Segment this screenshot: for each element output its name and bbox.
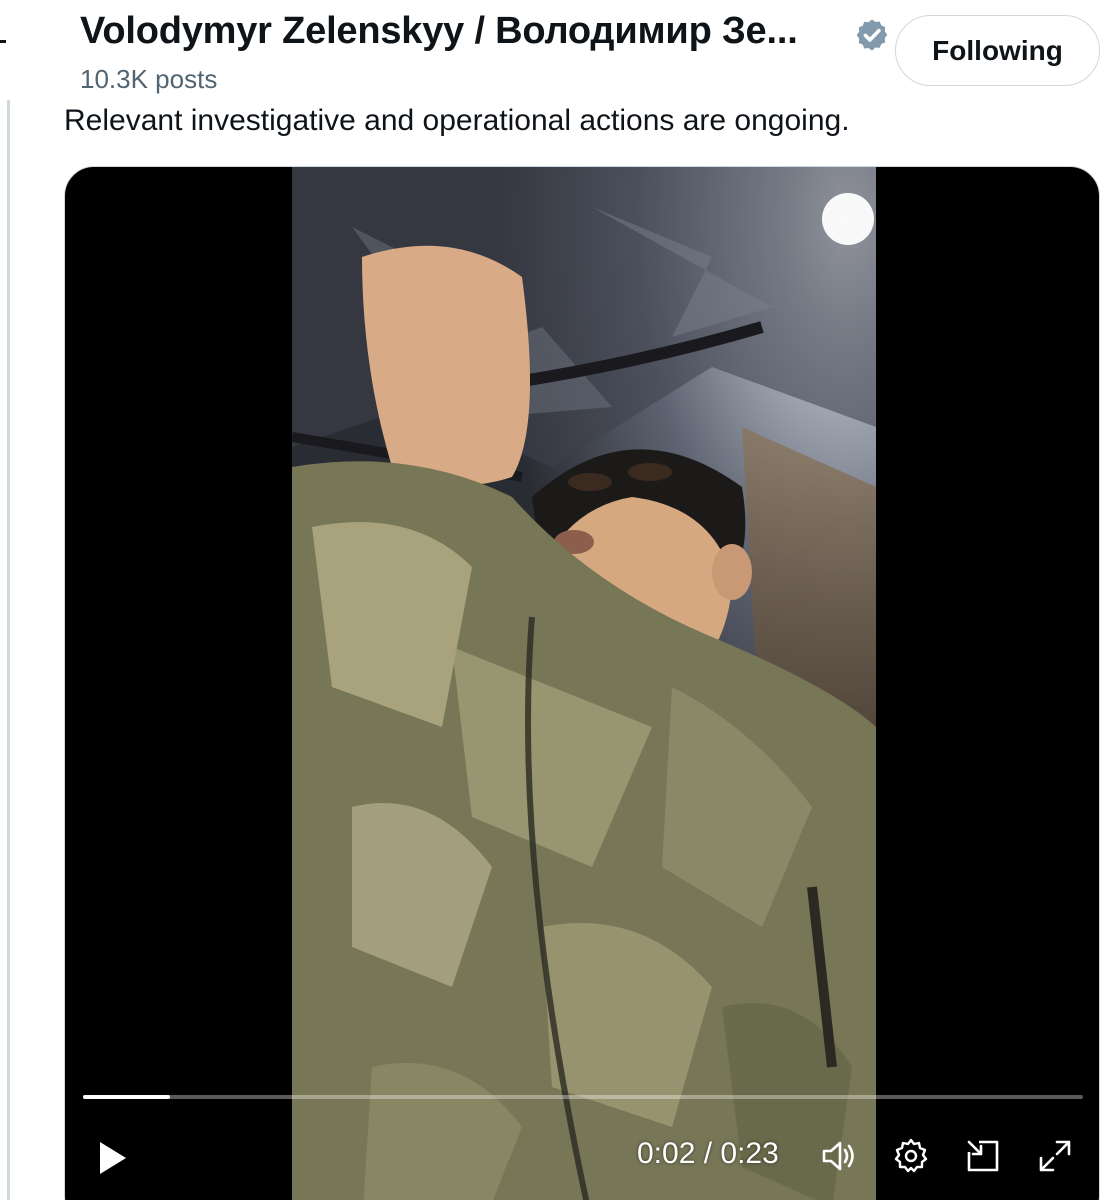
picture-in-picture-button[interactable] — [959, 1131, 1007, 1181]
thread-line — [7, 100, 10, 1200]
play-button[interactable] — [87, 1133, 137, 1183]
video-progress-fill — [83, 1095, 170, 1099]
volume-button[interactable] — [815, 1131, 863, 1181]
fullscreen-icon — [1039, 1140, 1071, 1172]
video-progress-bar[interactable] — [83, 1095, 1083, 1099]
post-count: 10.3K posts — [80, 64, 218, 94]
play-icon — [100, 1142, 126, 1174]
gear-icon — [894, 1138, 928, 1173]
verified-badge-icon — [856, 19, 888, 51]
back-arrow-fragment[interactable] — [0, 40, 6, 43]
video-frame[interactable] — [292, 167, 876, 1200]
picture-in-picture-icon — [967, 1140, 999, 1172]
author-display-name[interactable]: Volodymyr Zelenskyy / Володимир Зе... — [80, 10, 798, 53]
volume-icon — [822, 1141, 854, 1171]
tweet-page: Volodymyr Zelenskyy / Володимир Зе... 10… — [0, 0, 1106, 1200]
tweet-text: Relevant investigative and operational a… — [64, 104, 850, 137]
settings-button[interactable] — [887, 1131, 935, 1181]
video-time-display: 0:02 / 0:23 — [637, 1137, 779, 1170]
following-button[interactable]: Following — [895, 15, 1100, 86]
video-player[interactable]: 0:02 / 0:23 — [64, 166, 1100, 1200]
fullscreen-button[interactable] — [1031, 1131, 1079, 1181]
